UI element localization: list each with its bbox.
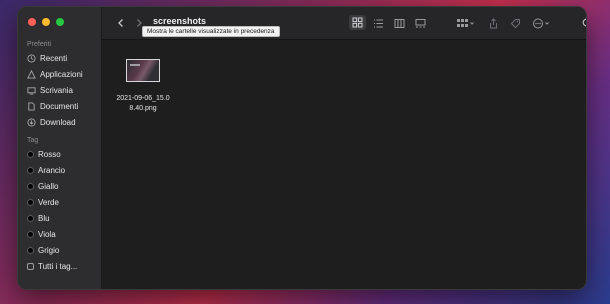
tag-dot-icon [27, 198, 34, 206]
sidebar-item-label: Download [40, 117, 76, 127]
file-area: 2021-09-06_15.0 8.40.png [102, 40, 586, 289]
file-thumbnail [126, 59, 160, 82]
file-name-line1: 2021-09-06_15.0 [116, 95, 170, 102]
sidebar-item-recenti[interactable]: Recenti [27, 52, 67, 64]
sidebar-item-label: Recenti [40, 53, 68, 63]
grid-icon [352, 17, 363, 28]
apps-icon [27, 69, 36, 79]
gallery-view-button[interactable] [413, 16, 427, 30]
download-icon [27, 117, 36, 127]
tag-icon [510, 18, 520, 28]
gallery-icon [415, 18, 425, 27]
file-item[interactable]: 2021-09-06_15.0 8.40.png [110, 54, 176, 114]
back-button[interactable] [114, 16, 128, 30]
file-name: 2021-09-06_15.0 8.40.png [110, 94, 176, 114]
action-menu-button[interactable] [532, 16, 554, 30]
list-icon [373, 19, 383, 27]
sidebar-item-label: Applicazioni [40, 69, 83, 79]
more-icon [533, 18, 549, 28]
back-tooltip: Mostra le cartelle visualizzate in prece… [142, 26, 280, 37]
tag-dot-icon [27, 150, 34, 158]
tag-dot-icon [27, 214, 34, 222]
tag-dot-icon [27, 166, 34, 174]
sidebar-tag-verde[interactable]: Verde [27, 196, 59, 208]
favorites-section-label: Preferiti [27, 41, 52, 48]
window-controls [28, 18, 64, 26]
toolbar: screenshots Mostra le cartelle visualizz [102, 7, 586, 40]
list-view-button[interactable] [371, 16, 385, 30]
share-icon [489, 17, 497, 28]
sidebar-tag-blu[interactable]: Blu [27, 212, 50, 224]
search-icon [582, 18, 586, 26]
sidebar-tag-grigio[interactable]: Grigio [27, 244, 59, 256]
sidebar-item-download[interactable]: Download [27, 116, 76, 128]
group-button[interactable] [456, 16, 476, 30]
sidebar-item-label: Blu [38, 213, 50, 223]
sidebar: Preferiti Recenti Applicazioni Scrivania… [18, 7, 102, 289]
tag-button[interactable] [508, 16, 522, 30]
sidebar-tag-rosso[interactable]: Rosso [27, 148, 61, 160]
minimize-button[interactable] [42, 18, 50, 26]
column-view-button[interactable] [392, 16, 406, 30]
sidebar-item-label: Giallo [38, 181, 59, 191]
sidebar-tag-viola[interactable]: Viola [27, 228, 56, 240]
tags-section-label: Tag [27, 137, 39, 144]
all-tags-icon [27, 262, 34, 270]
sidebar-item-label: Tutti i tag... [38, 261, 78, 271]
sidebar-item-label: Documenti [40, 101, 79, 111]
share-button[interactable] [486, 16, 500, 30]
tag-dot-icon [27, 230, 34, 238]
sidebar-item-label: Scrivania [40, 85, 73, 95]
file-name-line2: 8.40.png [129, 105, 157, 112]
clock-icon [27, 53, 36, 63]
columns-icon [394, 18, 404, 28]
icon-view-button[interactable] [349, 15, 366, 30]
sidebar-item-documenti[interactable]: Documenti [27, 100, 78, 112]
group-grid-icon [457, 18, 474, 27]
desktop-icon [27, 86, 36, 95]
maximize-button[interactable] [56, 18, 64, 26]
sidebar-item-label: Verde [38, 197, 59, 207]
sidebar-item-label: Viola [38, 229, 56, 239]
sidebar-item-applicazioni[interactable]: Applicazioni [27, 68, 83, 80]
chevron-left-icon [118, 19, 123, 27]
window-title: screenshots [153, 16, 207, 26]
sidebar-item-label: Rosso [38, 149, 61, 159]
sidebar-tag-arancio[interactable]: Arancio [27, 164, 65, 176]
finder-window: Preferiti Recenti Applicazioni Scrivania… [17, 6, 587, 290]
document-icon [27, 101, 36, 111]
search-button[interactable] [580, 16, 586, 30]
tag-dot-icon [27, 246, 34, 254]
sidebar-tag-giallo[interactable]: Giallo [27, 180, 58, 192]
tag-dot-icon [27, 182, 34, 190]
sidebar-item-label: Grigio [38, 245, 60, 255]
sidebar-tag-all[interactable]: Tutti i tag... [27, 260, 77, 272]
close-button[interactable] [28, 18, 36, 26]
sidebar-item-scrivania[interactable]: Scrivania [27, 84, 73, 96]
sidebar-item-label: Arancio [38, 165, 66, 175]
